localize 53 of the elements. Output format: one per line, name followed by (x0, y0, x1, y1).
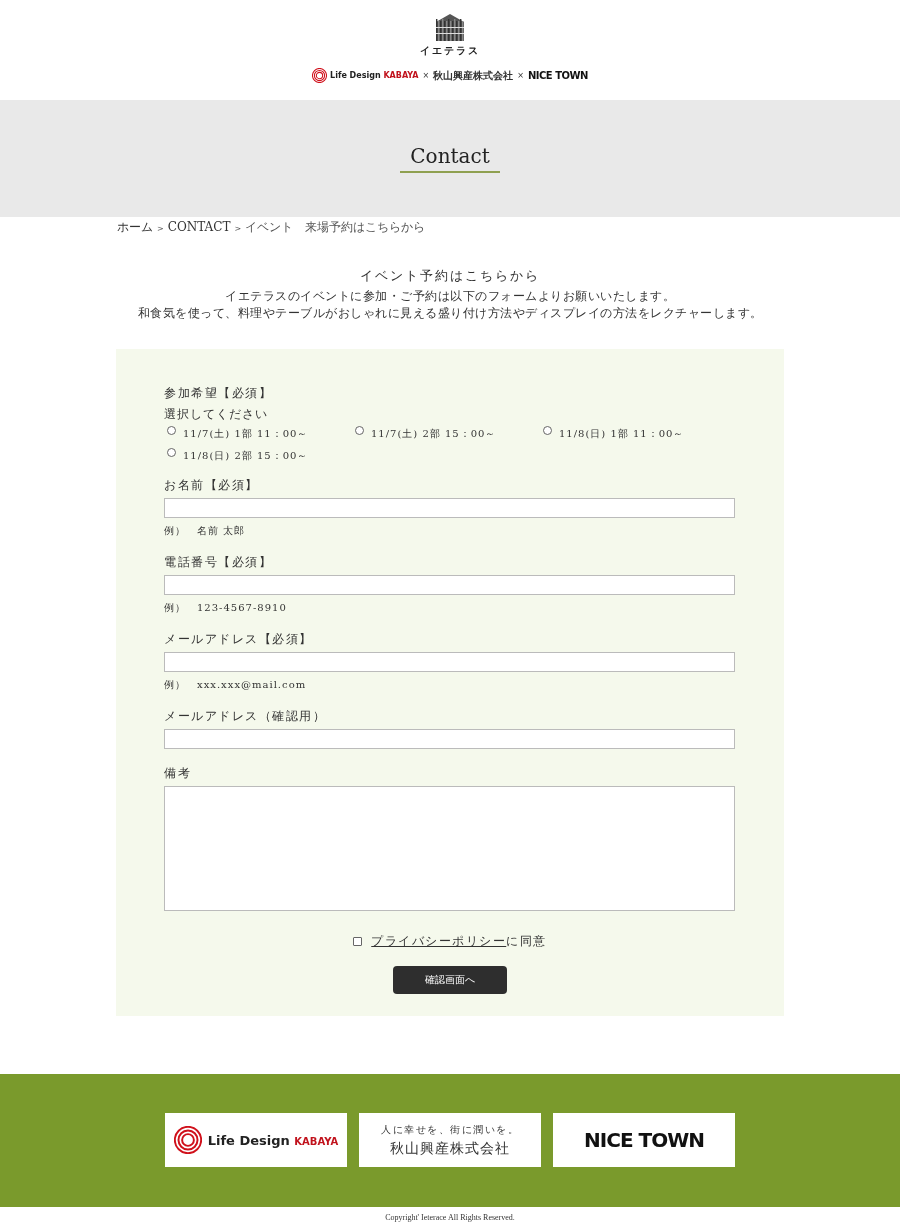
breadcrumb-separator: > (157, 224, 164, 233)
section-title: イベント予約はこちらから (360, 267, 540, 285)
field-label: メールアドレス【必須】 (164, 631, 314, 648)
field-label: お名前【必須】 (164, 477, 260, 494)
breadcrumb-link[interactable]: ホーム (117, 219, 153, 236)
radio-option[interactable]: 11/7(土) 2部 15：00～ (352, 427, 540, 441)
field-label: 電話番号【必須】 (164, 554, 273, 571)
partner-logo-text: NICE TOWN (584, 1128, 704, 1152)
breadcrumb-current: イベント 来場予約はこちらから (245, 219, 426, 236)
confirm-button[interactable]: 確認画面へ (393, 966, 507, 994)
input-field[interactable] (164, 729, 735, 749)
field-hint: 選択してください (164, 406, 269, 423)
partner-logo-text: Life Design KABAYA (330, 71, 419, 80)
input-field[interactable] (164, 575, 735, 595)
breadcrumb-separator: > (234, 224, 242, 233)
site-logo-text[interactable]: イエテラス (420, 44, 480, 58)
intro-text: イエテラスのイベントに参加・ご予約は以下のフォームよりお願いいたします。 (225, 288, 675, 305)
partner-logo-text: Life Design KABAYA (207, 1132, 339, 1148)
partner-logo-card[interactable]: Life Design KABAYA (165, 1113, 347, 1167)
partner-logo-card[interactable]: 人に幸せを、街に潤いを。 秋山興産株式会社 (359, 1113, 541, 1167)
field-example: 例） 123-4567-8910 (164, 601, 288, 615)
field-example: 例） xxx.xxx@mail.com (164, 678, 308, 692)
field-example: 例） 名前 太郎 (164, 524, 247, 538)
field-label: 参加希望【必須】 (164, 385, 273, 402)
privacy-policy-link[interactable]: プライバシーポリシー (371, 934, 507, 948)
partner-logo-text: 秋山興産株式会社 (433, 68, 514, 83)
separator: × (422, 71, 430, 80)
rings-icon (173, 1126, 202, 1154)
radio-button[interactable] (355, 426, 364, 435)
radio-option[interactable]: 11/8(日) 2部 15：00～ (164, 449, 352, 463)
breadcrumb-link[interactable]: CONTACT (167, 220, 231, 234)
partner-logo-card[interactable]: NICE TOWN (553, 1113, 735, 1167)
tagline: 人に幸せを、街に潤いを。 (381, 1122, 519, 1137)
separator: × (517, 71, 524, 80)
partner-logo-text: NICE TOWN (527, 70, 588, 81)
checkbox[interactable] (353, 937, 363, 946)
input-field[interactable] (164, 498, 735, 518)
input-field[interactable] (164, 652, 735, 672)
field-label: 備考 (164, 765, 192, 782)
copyright-text: Copyright' Ieterace All Rights Reserved. (384, 1212, 516, 1222)
consent-text: プライバシーポリシー に同意 (371, 933, 547, 950)
textarea-field[interactable] (164, 786, 735, 911)
field-label: メールアドレス（確認用） (164, 708, 327, 725)
radio-option[interactable]: 11/8(日) 1部 11：00～ (540, 427, 728, 441)
rings-icon (312, 68, 328, 83)
building-icon (434, 13, 466, 41)
radio-option[interactable]: 11/7(土) 1部 11：00～ (164, 427, 352, 441)
radio-button[interactable] (543, 426, 552, 435)
radio-button[interactable] (167, 426, 176, 435)
partner-logo-text: 秋山興産株式会社 (390, 1139, 510, 1158)
radio-button[interactable] (167, 448, 176, 457)
page-title: Contact (400, 144, 500, 173)
intro-text: 和食気を使って、料理やテーブルがおしゃれに見える盛り付け方法やディスプレイの方法をレクチャーします。 (137, 305, 763, 322)
